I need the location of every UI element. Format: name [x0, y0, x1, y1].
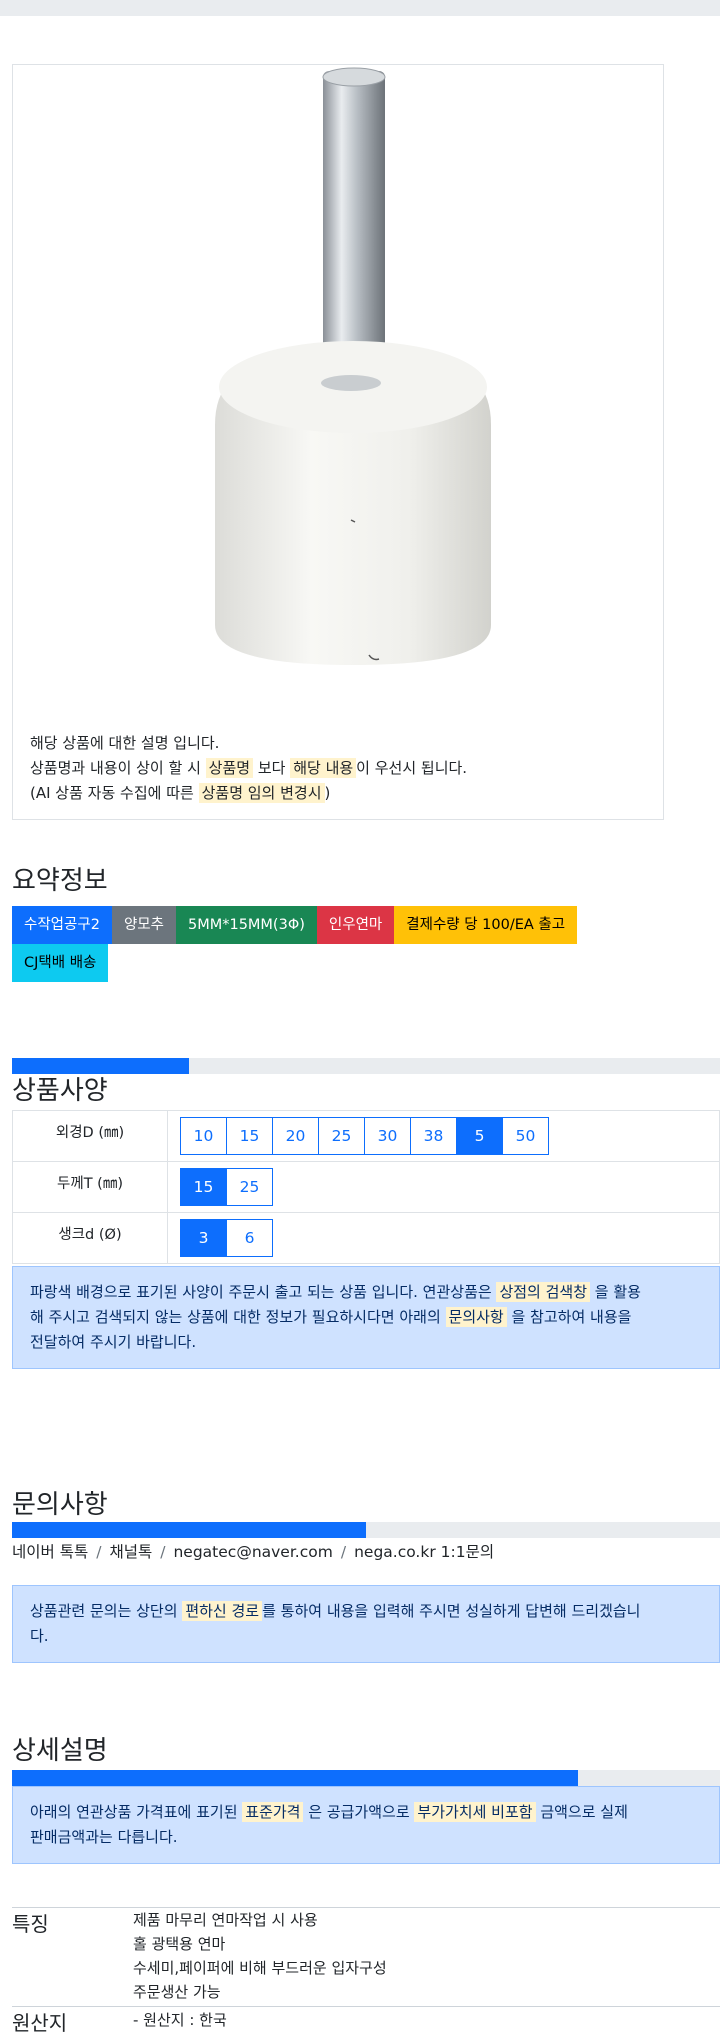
spec-notice-line: 파랑색 배경으로 표기된 사양이 주문시 출고 되는 상품 입니다. 연관상품은… — [30, 1280, 702, 1305]
spec-option-button[interactable]: 20 — [272, 1117, 319, 1155]
spec-option-button[interactable]: 5 — [456, 1117, 503, 1155]
notice-text: 파랑색 배경으로 표기된 사양이 주문시 출고 되는 상품 입니다. 연관상품은 — [30, 1283, 497, 1301]
summary-title: 요약정보 — [12, 866, 108, 896]
notice-text: 해 주시고 검색되지 않는 상품에 대한 정보가 필요하시다면 아래의 — [30, 1308, 446, 1326]
contact-link[interactable]: negatec@naver.com — [173, 1543, 332, 1561]
spec-options: 10 15 20 25 30 38 5 50 — [167, 1110, 720, 1162]
summary-badge: 양모추 — [111, 906, 176, 944]
notice-text: 상품관련 문의는 상단의 — [30, 1602, 183, 1620]
option-group: 36 — [180, 1219, 719, 1257]
detail-progress-fill — [12, 1770, 579, 1786]
spec-notice-line: 전달하여 주시기 바랍니다. — [30, 1330, 702, 1355]
spec-row: 생크d (Ø) 3 6 — [12, 1212, 720, 1264]
spec-option-button[interactable]: 25 — [318, 1117, 365, 1155]
description-line-1: 해당 상품에 대한 설명 입니다. — [30, 734, 220, 752]
highlight-name-change: 상품명 임의 변경시 — [198, 783, 325, 803]
spec-option-button[interactable]: 50 — [502, 1117, 549, 1155]
inquiry-notice-line: 다. — [30, 1624, 702, 1649]
spec-option-button[interactable]: 38 — [410, 1117, 457, 1155]
contact-separator: / — [340, 1543, 347, 1561]
spec-row: 외경D (㎜) 10 15 20 25 30 38 5 50 — [12, 1110, 720, 1162]
highlight-content: 해당 내용 — [290, 758, 357, 778]
product-description: 해당 상품에 대한 설명 입니다. 상품명과 내용이 상이 할 시 상품명 보다… — [30, 731, 467, 806]
detail-notice: 아래의 연관상품 가격표에 표기된 표준가격 은 공급가액으로 부가가치세 비포… — [12, 1786, 720, 1864]
highlight-text: 문의사항 — [445, 1307, 507, 1327]
spec-label: 두께T (㎜) — [12, 1161, 168, 1213]
summary-badge: 5MM*15MM(3Φ) — [175, 906, 317, 944]
summary-badges: 수작업공구2 양모추 5MM*15MM(3Φ) 인우연마 결제수량 당 100/EA 출… — [12, 906, 672, 982]
notice-text: 다. — [30, 1627, 49, 1645]
spec-notice-line: 해 주시고 검색되지 않는 상품에 대한 정보가 필요하시다면 아래의 문의사항… — [30, 1305, 702, 1330]
spec-label: 생크d (Ø) — [12, 1212, 168, 1264]
highlight-text: 표준가격 — [242, 1802, 304, 1822]
notice-text: 을 참고하여 내용을 — [506, 1308, 632, 1326]
inquiry-progress — [12, 1522, 720, 1538]
summary-badge: CJ택배 배송 — [12, 944, 109, 982]
detail-title: 상세설명 — [12, 1736, 108, 1766]
spec-options: 36 — [167, 1212, 720, 1264]
summary-badge: 인우연마 — [316, 906, 395, 944]
contact-link[interactable]: 네이버 톡톡 — [12, 1543, 88, 1561]
spec-option-button[interactable]: 15 — [180, 1168, 227, 1206]
option-group: 10 15 20 25 30 38 5 50 — [180, 1117, 719, 1155]
spec-option-button[interactable]: 6 — [226, 1219, 273, 1257]
contact-link[interactable]: 채널톡 — [109, 1543, 152, 1561]
spec-label: 외경D (㎜) — [12, 1110, 168, 1162]
inquiry-notice-line: 상품관련 문의는 상단의 편하신 경로 를 통하여 내용을 입력해 주시면 성실하… — [30, 1599, 702, 1624]
description-line-2: 상품명과 내용이 상이 할 시 상품명 보다 해당 내용 이 우선시 됩니다. — [30, 758, 468, 778]
feature-item: 홀 광택용 연마 — [133, 1935, 226, 1953]
spec-row: 두께T (㎜) 15 25 — [12, 1161, 720, 1213]
features-title: 특징 — [12, 1912, 49, 1936]
summary-badge: 결제수량 당 100/EA 출고 — [394, 906, 578, 944]
inquiry-notice: 상품관련 문의는 상단의 편하신 경로 를 통하여 내용을 입력해 주시면 성실하… — [12, 1585, 720, 1663]
feature-item: 주문생산 가능 — [133, 1983, 221, 2001]
notice-text: 판매금액과는 다릅니다. — [30, 1828, 178, 1846]
highlight-text: 상점의 검색창 — [496, 1282, 591, 1302]
spec-options: 15 25 — [167, 1161, 720, 1213]
highlight-product-name: 상품명 — [205, 758, 254, 778]
spec-option-button[interactable]: 30 — [364, 1117, 411, 1155]
option-group: 15 25 — [180, 1168, 719, 1206]
origin-item: - 원산지 : 한국 — [133, 2011, 227, 2029]
contact-links: 네이버 톡톡 / 채널톡 / negatec@naver.com / nega.co.kr … — [12, 1540, 494, 1562]
divider — [12, 2006, 720, 2007]
notice-text: 은 공급가액으로 — [303, 1803, 415, 1821]
notice-text: 를 통하여 내용을 입력해 주시면 성실하게 답변해 드리겠습니 — [262, 1602, 641, 1620]
description-line-3: (AI 상품 자동 수집에 따른 상품명 임의 변경시) — [30, 783, 331, 803]
detail-notice-line: 아래의 연관상품 가격표에 표기된 표준가격 은 공급가액으로 부가가치세 비포… — [30, 1800, 702, 1825]
notice-text: 금액으로 실제 — [535, 1803, 628, 1821]
spec-option-button[interactable]: 3 — [180, 1219, 227, 1257]
highlight-text: 부가가치세 비포함 — [414, 1802, 536, 1822]
spec-notice: 파랑색 배경으로 표기된 사양이 주문시 출고 되는 상품 입니다. 연관상품은… — [12, 1266, 720, 1369]
notice-text: 전달하여 주시기 바랍니다. — [30, 1333, 197, 1351]
contact-separator: / — [96, 1543, 102, 1561]
spec-option-button[interactable]: 15 — [226, 1117, 273, 1155]
origin-list: - 원산지 : 한국- 영문명 : FELT BUFFING MOUNTS — [133, 2008, 374, 2032]
spec-title: 상품사양 — [12, 1076, 108, 1106]
features-list: 제품 마무리 연마작업 시 사용홀 광택용 연마수세미,페이퍼에 비해 부드러운… — [133, 1908, 387, 2004]
origin-title: 원산지 — [12, 2011, 68, 2032]
spec-table: 외경D (㎜) 10 15 20 25 30 38 5 50 두께T (㎜) 15 25 생크d (Ø)… — [12, 1110, 720, 1264]
detail-progress — [12, 1770, 720, 1786]
highlight-text: 편하신 경로 — [182, 1601, 263, 1621]
summary-badge: 수작업공구2 — [12, 906, 112, 944]
spec-option-button[interactable]: 10 — [180, 1117, 227, 1155]
notice-text: 을 활용 — [590, 1283, 641, 1301]
spec-progress — [12, 1058, 720, 1074]
feature-item: 제품 마무리 연마작업 시 사용 — [133, 1911, 318, 1929]
detail-notice-line: 판매금액과는 다릅니다. — [30, 1825, 702, 1850]
product-card: 해당 상품에 대한 설명 입니다. 상품명과 내용이 상이 할 시 상품명 보다… — [12, 64, 664, 820]
contact-link[interactable]: nega.co.kr 1:1문의 — [354, 1543, 494, 1561]
feature-item: 수세미,페이퍼에 비해 부드러운 입자구성 — [133, 1959, 387, 1977]
notice-text: 아래의 연관상품 가격표에 표기된 — [30, 1803, 243, 1821]
contact-separator: / — [160, 1543, 166, 1561]
inquiry-title: 문의사항 — [12, 1490, 108, 1520]
spec-option-button[interactable]: 25 — [226, 1168, 273, 1206]
product-image — [215, 67, 491, 665]
top-bar — [0, 0, 720, 16]
inquiry-progress-fill — [12, 1522, 366, 1538]
